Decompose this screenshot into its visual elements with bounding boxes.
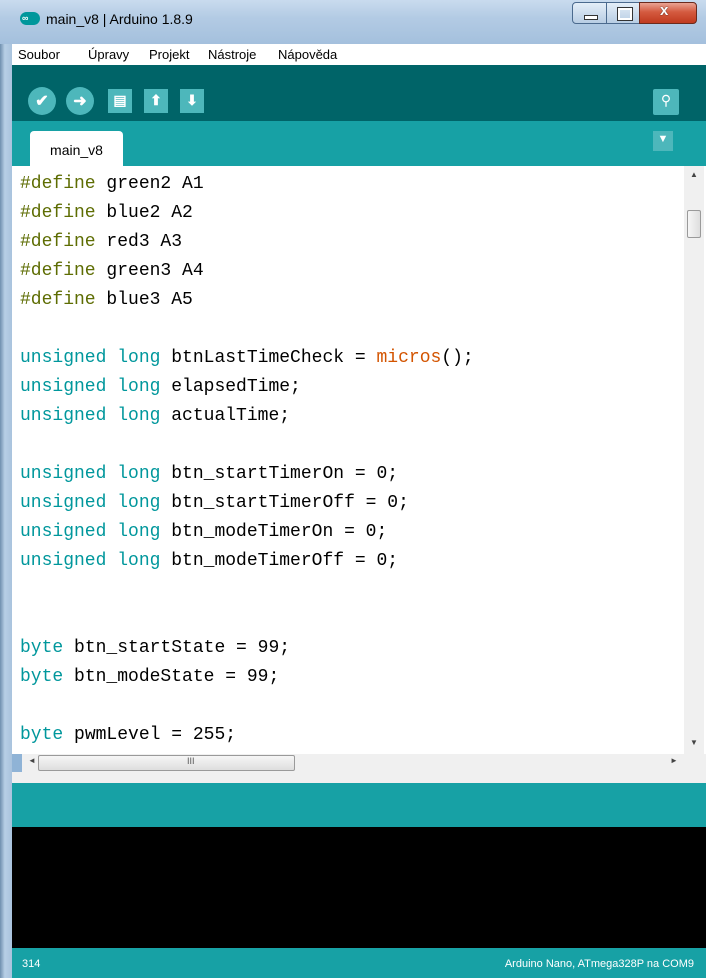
vertical-scroll-thumb[interactable] bbox=[687, 210, 701, 238]
code-line: #define red3 A3 bbox=[20, 232, 183, 252]
code-line: #define green3 A4 bbox=[20, 261, 204, 281]
status-board-info: Arduino Nano, ATmega328P na COM9 bbox=[504, 958, 694, 970]
menu-projekt[interactable]: Projekt bbox=[149, 47, 189, 62]
code-line: unsigned long btnLastTimeCheck = micros(… bbox=[20, 348, 474, 368]
open-button[interactable]: ⬆ bbox=[144, 89, 168, 113]
minimize-button[interactable] bbox=[572, 2, 607, 24]
arduino-ide-window: ∞ main_v8 | Arduino 1.8.9 x Soubor Úprav… bbox=[0, 0, 706, 978]
status-line-number: 314 bbox=[22, 958, 41, 970]
scroll-grip-icon: III bbox=[187, 756, 195, 766]
title-bar[interactable]: ∞ main_v8 | Arduino 1.8.9 x bbox=[0, 0, 706, 44]
menu-soubor[interactable]: Soubor bbox=[18, 47, 60, 62]
new-sketch-button[interactable]: ▤ bbox=[108, 89, 132, 113]
upload-button[interactable]: ➜ bbox=[66, 87, 94, 115]
logo-glyph: ∞ bbox=[22, 13, 29, 23]
tab-label: main_v8 bbox=[50, 142, 103, 158]
window-controls: x bbox=[572, 2, 702, 24]
code-line: unsigned long btn_startTimerOn = 0; bbox=[20, 464, 399, 484]
tab-main-v8[interactable]: main_v8 bbox=[30, 131, 123, 166]
arrow-right-icon: ➜ bbox=[73, 93, 87, 110]
status-bar: 314 Arduino Nano, ATmega328P na COM9 bbox=[12, 948, 706, 978]
serial-monitor-button[interactable]: ⚲ bbox=[653, 89, 679, 115]
scroll-left-icon[interactable]: ◄ bbox=[28, 756, 36, 765]
arrow-up-icon: ⬆ bbox=[150, 92, 162, 108]
console-output[interactable] bbox=[12, 827, 706, 948]
close-button[interactable]: x bbox=[639, 2, 697, 24]
file-icon: ▤ bbox=[113, 92, 127, 108]
toolbar: ✔ ➜ ▤ ⬆ ⬇ ⚲ bbox=[12, 65, 706, 121]
check-icon: ✔ bbox=[35, 93, 49, 110]
vertical-scrollbar[interactable]: ▲ ▼ bbox=[684, 166, 704, 754]
arrow-down-icon: ⬇ bbox=[186, 92, 198, 108]
magnifier-icon: ⚲ bbox=[660, 92, 672, 108]
verify-button[interactable]: ✔ bbox=[28, 87, 56, 115]
horizontal-scroll-thumb[interactable]: III bbox=[38, 755, 295, 771]
maximize-icon bbox=[617, 7, 633, 21]
menu-upravy[interactable]: Úpravy bbox=[88, 47, 129, 62]
code-line: unsigned long actualTime; bbox=[20, 406, 291, 426]
scroll-up-icon[interactable]: ▲ bbox=[684, 170, 704, 179]
editor-divider bbox=[12, 772, 706, 783]
close-icon: x bbox=[660, 2, 669, 19]
menu-nastroje[interactable]: Nástroje bbox=[208, 47, 256, 62]
code-line: unsigned long btn_modeTimerOff = 0; bbox=[20, 551, 399, 571]
tab-bar: main_v8 ▼ bbox=[12, 121, 706, 166]
window-title: main_v8 | Arduino 1.8.9 bbox=[46, 11, 193, 27]
scrollbar-corner bbox=[684, 754, 706, 772]
minimize-icon bbox=[584, 15, 598, 20]
message-area bbox=[12, 783, 706, 827]
menu-napoveda[interactable]: Nápověda bbox=[278, 47, 337, 62]
chevron-down-icon: ▼ bbox=[657, 133, 669, 145]
tab-menu-button[interactable]: ▼ bbox=[653, 131, 673, 151]
code-line: #define green2 A1 bbox=[20, 174, 204, 194]
arduino-logo-icon: ∞ bbox=[20, 12, 40, 25]
scroll-down-icon[interactable]: ▼ bbox=[684, 738, 704, 747]
code-line: byte btn_modeState = 99; bbox=[20, 667, 280, 687]
code-line: byte btn_startState = 99; bbox=[20, 638, 291, 658]
code-line: unsigned long btn_modeTimerOn = 0; bbox=[20, 522, 388, 542]
horizontal-scrollbar[interactable]: ◄ III ► bbox=[22, 754, 684, 772]
code-line: unsigned long btn_startTimerOff = 0; bbox=[20, 493, 409, 513]
maximize-button[interactable] bbox=[606, 2, 640, 24]
scroll-right-icon[interactable]: ► bbox=[670, 756, 678, 765]
code-line: #define blue2 A2 bbox=[20, 203, 193, 223]
code-line: unsigned long elapsedTime; bbox=[20, 377, 301, 397]
window-frame-left bbox=[0, 0, 12, 978]
code-line: #define blue3 A5 bbox=[20, 290, 193, 310]
menu-bar: Soubor Úpravy Projekt Nástroje Nápověda bbox=[12, 44, 706, 65]
code-line: byte pwmLevel = 255; bbox=[20, 725, 237, 745]
code-editor[interactable]: #define green2 A1 #define blue2 A2 #define… bbox=[12, 166, 706, 754]
save-button[interactable]: ⬇ bbox=[180, 89, 204, 113]
